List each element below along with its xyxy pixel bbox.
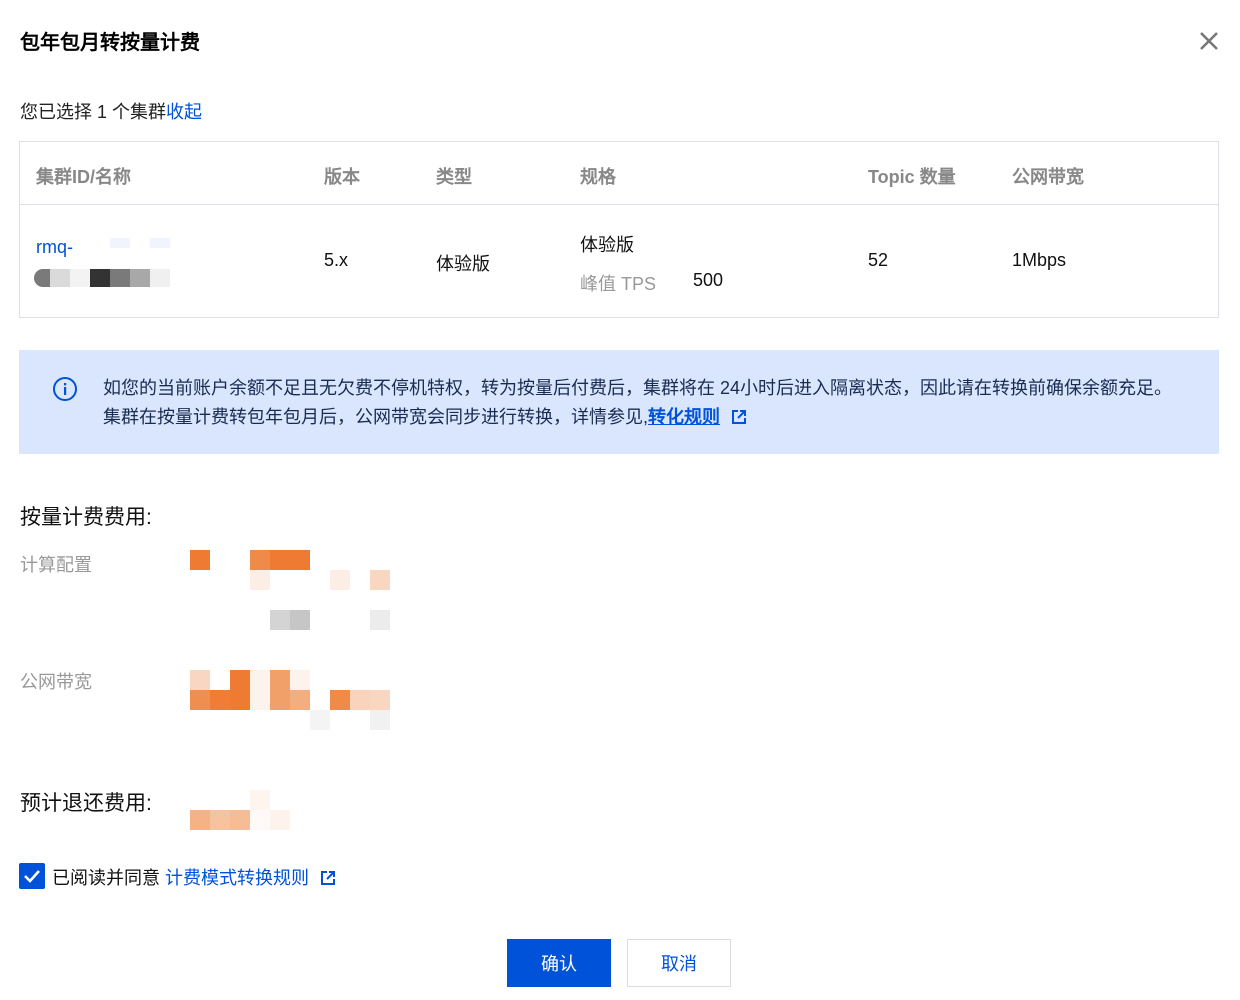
header-spec: 规格 [580, 167, 616, 187]
table-row: rmq- 5.x 体验版 体验版 峰值 TPS 500 52 1Mbps [20, 205, 1218, 317]
header-bandwidth: 公网带宽 [1012, 167, 1084, 187]
bandwidth-cost-label: 公网带宽 [20, 672, 92, 692]
external-link-icon[interactable] [320, 870, 336, 886]
compute-config-label: 计算配置 [20, 555, 92, 575]
info-icon [53, 377, 77, 401]
table-header: 集群ID/名称 版本 类型 规格 Topic 数量 公网带宽 [20, 142, 1218, 205]
confirm-button[interactable]: 确认 [507, 939, 611, 987]
notice-text: 如您的当前账户余额不足且无欠费不停机特权，转为按量后付费后，集群将在 24小时后… [103, 378, 1173, 427]
header-version: 版本 [324, 167, 360, 187]
collapse-link[interactable]: 收起 [166, 102, 202, 122]
type-cell: 体验版 [436, 254, 490, 274]
topics-cell: 52 [868, 250, 889, 270]
conversion-rules-link[interactable]: 转化规则 [648, 407, 720, 427]
tps-value: 500 [693, 270, 724, 290]
cluster-table: 集群ID/名称 版本 类型 规格 Topic 数量 公网带宽 rmq- 5.x … [19, 141, 1219, 318]
info-notice: 如您的当前账户余额不足且无欠费不停机特权，转为按量后付费后，集群将在 24小时后… [19, 350, 1219, 454]
cluster-id-link[interactable]: rmq- [36, 237, 73, 258]
tps-label: 峰值 TPS [580, 274, 657, 294]
checkmark-icon [24, 870, 40, 883]
cancel-button[interactable]: 取消 [627, 939, 731, 987]
cluster-name-redacted [34, 269, 170, 287]
version-cell: 5.x [324, 250, 349, 270]
external-link-icon[interactable] [731, 409, 747, 425]
agreement-text: 已阅读并同意 [52, 868, 166, 888]
billing-rules-link[interactable]: 计费模式转换规则 [165, 868, 309, 888]
refund-title: 预计退还费用: [20, 792, 152, 815]
spec-name: 体验版 [580, 235, 634, 255]
selection-summary: 您已选择 1 个集群收起 [20, 98, 202, 124]
usage-cost-title: 按量计费费用: [20, 506, 152, 529]
header-topics: Topic 数量 [868, 167, 956, 187]
bandwidth-cell: 1Mbps [1012, 250, 1067, 270]
selection-text: 您已选择 1 个集群 [20, 102, 167, 122]
header-cluster: 集群ID/名称 [36, 167, 132, 187]
agreement: 已阅读并同意 计费模式转换规则 [52, 864, 336, 890]
header-type: 类型 [436, 167, 472, 187]
close-icon[interactable] [1196, 28, 1222, 54]
dialog-title: 包年包月转按量计费 [20, 32, 200, 54]
agree-checkbox[interactable] [19, 863, 45, 889]
